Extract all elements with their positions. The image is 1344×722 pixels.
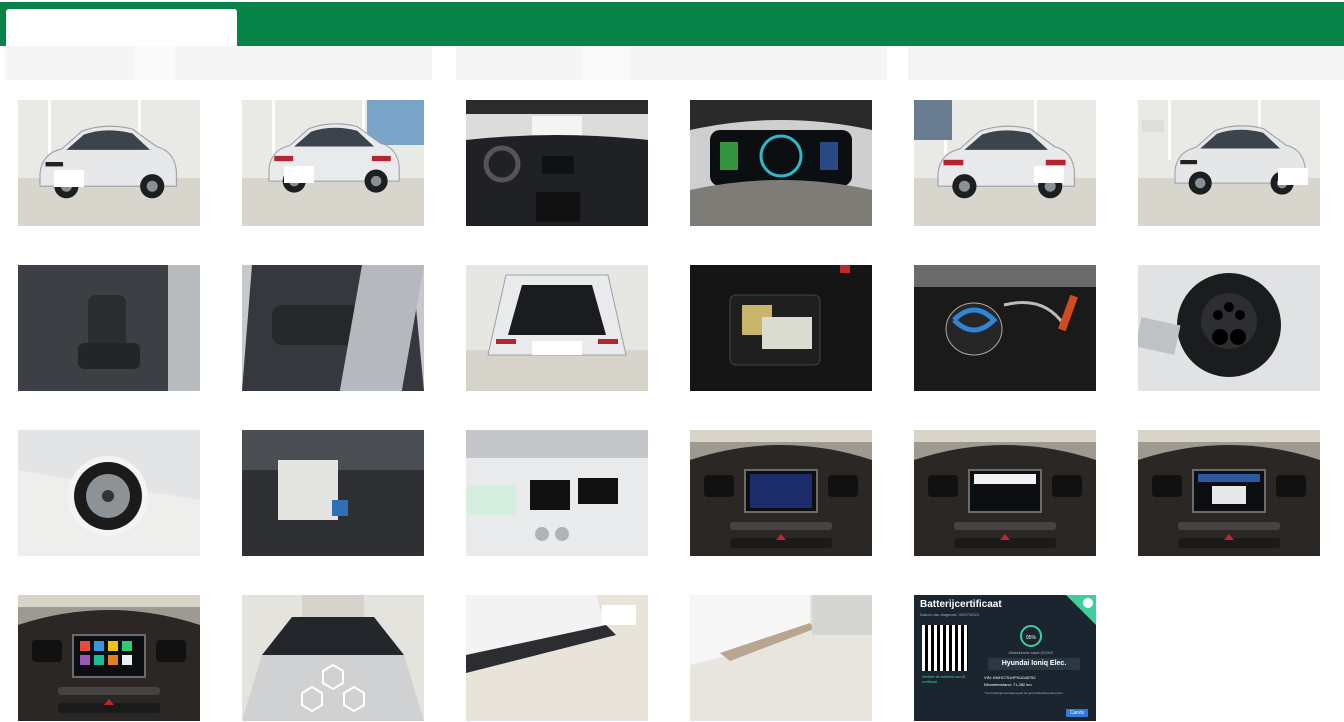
model-name: Hyundai Ioniq Elec. <box>988 658 1080 670</box>
filter-field-4[interactable] <box>456 46 583 80</box>
photo-thumbnail-charge-port[interactable] <box>1138 265 1320 391</box>
photo-thumbnail-certificate[interactable]: Batterijcertificaat Datum van diagnose: … <box>914 595 1096 721</box>
soh-gauge: 95% <box>1020 625 1042 647</box>
photo-image <box>18 595 200 721</box>
active-tab[interactable] <box>6 9 237 46</box>
certificate-corner-badge <box>1066 595 1096 625</box>
health-caption: Uitstekende staat (SOH)* <box>1008 650 1054 655</box>
photo-thumbnail-rear-seat[interactable] <box>242 265 424 391</box>
photo-thumbnail-infotainment-1[interactable] <box>690 430 872 556</box>
km-line: Kilometerstand: 71.282 km <box>984 682 1032 687</box>
photo-thumbnail-sill-1[interactable] <box>466 595 648 721</box>
photo-thumbnail-open-trunk[interactable] <box>466 265 648 391</box>
photo-thumbnail-sill-2[interactable] <box>690 595 872 721</box>
filter-field-5[interactable] <box>630 46 750 80</box>
photo-image <box>466 100 648 226</box>
filter-gap-2 <box>583 46 630 80</box>
certificate-date: Datum van diagnose: 09/07/2024 <box>920 612 979 617</box>
photo-image <box>466 595 648 721</box>
photo-image <box>18 265 200 391</box>
top-header-bar <box>0 0 1344 46</box>
photo-image <box>242 430 424 556</box>
photo-thumbnail-car-front[interactable] <box>18 100 200 226</box>
filter-field-2[interactable] <box>175 46 270 80</box>
photo-image <box>914 265 1096 391</box>
filter-gap-1 <box>135 46 175 80</box>
photo-image <box>690 430 872 556</box>
photo-image <box>690 265 872 391</box>
photo-thumbnail-kit-bag[interactable] <box>690 265 872 391</box>
certificate-title: Batterijcertificaat <box>920 599 1002 610</box>
photo-image <box>914 100 1096 226</box>
brand-badge: Carvis <box>1065 709 1088 717</box>
filter-bar <box>0 46 1344 80</box>
filter-field-7[interactable] <box>908 46 1344 80</box>
photo-image <box>1138 265 1320 391</box>
photo-thumbnail-dashboard[interactable] <box>466 100 648 226</box>
photo-image <box>242 100 424 226</box>
photo-image <box>466 265 648 391</box>
photo-thumbnail-front-seat[interactable] <box>18 265 200 391</box>
filter-field-6[interactable] <box>750 46 887 80</box>
photo-thumbnail-hood[interactable] <box>242 595 424 721</box>
cert-note: * Het batterijpercentage geeft de gezond… <box>984 691 1064 695</box>
photo-thumbnail-infotainment-home[interactable] <box>18 595 200 721</box>
photo-thumbnail-car-front-alt[interactable] <box>1138 100 1320 226</box>
verify-note: Verifieer de echtheid van dit certificaa… <box>922 675 966 684</box>
photo-gallery: Batterijcertificaat Datum van diagnose: … <box>18 100 1328 722</box>
photo-image <box>242 595 424 721</box>
photo-thumbnail-wheel[interactable] <box>18 430 200 556</box>
vin-line: VIN: KMHC751HFKU048752 <box>984 675 1036 680</box>
photo-image <box>914 430 1096 556</box>
photo-image <box>690 100 872 226</box>
photo-image <box>690 595 872 721</box>
photo-thumbnail-charging-cable[interactable] <box>914 265 1096 391</box>
photo-image <box>466 430 648 556</box>
battery-certificate: Batterijcertificaat Datum van diagnose: … <box>914 595 1096 721</box>
photo-image <box>18 430 200 556</box>
photo-image <box>1138 430 1320 556</box>
photo-thumbnail-label-sticker[interactable] <box>466 430 648 556</box>
photo-thumbnail-car-rear[interactable] <box>242 100 424 226</box>
qr-code <box>922 625 968 671</box>
photo-image <box>1138 100 1320 226</box>
filter-field-3[interactable] <box>270 46 432 80</box>
photo-thumbnail-cluster[interactable] <box>690 100 872 226</box>
photo-thumbnail-infotainment-3[interactable] <box>1138 430 1320 556</box>
photo-image <box>18 100 200 226</box>
filter-field-1[interactable] <box>5 46 135 80</box>
photo-thumbnail-infotainment-2[interactable] <box>914 430 1096 556</box>
photo-thumbnail-documents[interactable] <box>242 430 424 556</box>
photo-thumbnail-car-rear-alt[interactable] <box>914 100 1096 226</box>
photo-image <box>242 265 424 391</box>
